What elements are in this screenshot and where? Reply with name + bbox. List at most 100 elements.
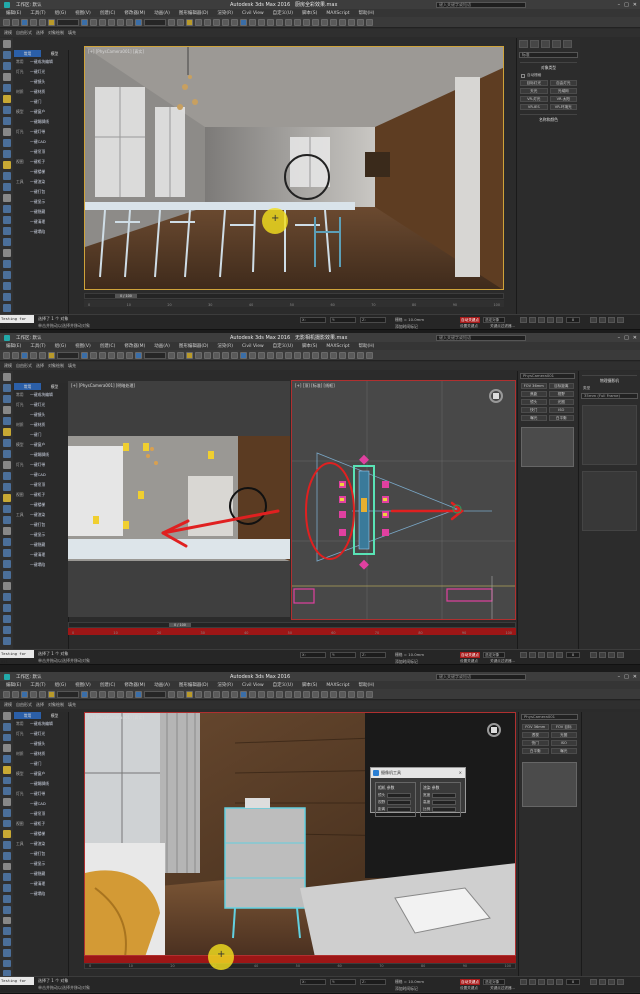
tool-shelf-icon[interactable] [2,538,11,546]
plugin-item-button[interactable]: 一键吊顶 [30,811,68,817]
orbit-icon[interactable] [608,979,615,985]
current-frame-field[interactable]: 0 [566,317,580,323]
plugin-item-button[interactable]: 一键塌陷 [30,229,68,235]
menu-item[interactable]: 脚本(S) [302,10,317,16]
toolbar-tool-icon[interactable] [348,351,355,359]
maxscript-listener[interactable]: Testing for All [0,650,34,664]
toolbar-tool-icon[interactable] [126,18,133,26]
maximize-icon[interactable]: □ [624,2,629,8]
viewcube-icon[interactable] [487,723,501,737]
plugin-item[interactable]: 一键清理 [14,550,68,560]
plugin-item-button[interactable]: 一键隐藏 [30,542,68,548]
tool-shelf-icon[interactable] [2,128,11,136]
tool-shelf-icon[interactable] [2,615,11,623]
toolbar-tool-icon[interactable] [231,690,238,698]
tool-shelf-icon[interactable] [2,73,11,81]
orbit-icon[interactable] [608,652,615,658]
plugin-item-button[interactable]: 一键材质 [30,422,68,428]
plugin-item[interactable]: 一键清理 [14,879,68,889]
tool-shelf-icon[interactable] [2,505,11,513]
plugin-item-button[interactable]: 一键塌陷 [30,891,68,897]
tool-shelf-icon[interactable] [2,948,11,957]
toolbar-tool-icon[interactable] [213,18,220,26]
plugin-item[interactable]: 一键塌陷 [14,227,68,237]
go-start-icon[interactable] [520,979,527,985]
toolbar-tool-icon[interactable] [39,690,46,698]
menu-item[interactable]: 修改器(M) [124,343,145,349]
menu-item[interactable]: 创建(C) [100,10,116,16]
plugin-item-button[interactable]: 一键灯带 [30,462,68,468]
plugin-item[interactable]: 一键门 [14,97,68,107]
menu-item[interactable]: 动画(A) [154,682,170,688]
zoom-icon[interactable] [590,979,597,985]
toolbar-tool-icon[interactable] [249,18,256,26]
tool-shelf-icon[interactable] [2,161,11,169]
plugin-item[interactable]: 模型 一键窗户 [14,107,68,117]
tool-shelf-icon[interactable] [2,461,11,469]
toolbar-tool-icon[interactable] [240,18,247,26]
toolbar-tool-icon[interactable] [357,18,364,26]
menu-item[interactable]: 帮助(H) [358,10,374,16]
plugin-item[interactable]: 一键CAD [14,470,68,480]
toolbar-tool-icon[interactable] [135,351,142,359]
tool-shelf-icon[interactable] [2,830,11,839]
menu-item[interactable]: 编辑(E) [6,10,21,16]
plugin-item-button[interactable]: 一键清理 [30,219,68,225]
x-coordinate-field[interactable]: X: [300,979,326,985]
toolbar-tool-icon[interactable] [195,351,202,359]
add-time-tag-button[interactable]: 添加时间标记 [395,659,418,664]
pan-icon[interactable] [599,652,606,658]
toolbar-tool-icon[interactable] [303,351,310,359]
plugin-item-button[interactable]: 一键镜头 [30,79,68,85]
plugin-item[interactable]: 视图 一键柜子 [14,157,68,167]
panel-button[interactable]: 光域网 [549,88,577,94]
workspace-label[interactable]: 工作区: 默认 [16,335,41,341]
toolbar-tool-icon[interactable] [294,351,301,359]
toolbar-tool-icon[interactable] [48,351,55,359]
auto-key-button[interactable]: 自动关键点 [460,317,480,323]
toolbar-tool-icon[interactable] [213,351,220,359]
toolbar-tool-icon[interactable] [321,690,328,698]
panel-button[interactable]: 快门 [522,740,549,746]
viewport-label[interactable]: [+] [顶] [标准] [线框] [295,383,335,389]
dialog-close-icon[interactable]: × [459,768,462,778]
panel-button[interactable]: FOV 36mm [522,724,549,730]
toolbar-tool-icon[interactable] [48,690,55,698]
panel-button[interactable]: FOV 目标 [550,724,577,730]
toolbar-tool-icon[interactable] [240,690,247,698]
toolbar-tool-icon[interactable] [135,690,142,698]
plugin-item[interactable]: 视图 一键柜子 [14,490,68,500]
plugin-item-button[interactable]: 一键灯光 [30,69,68,75]
toolbar-tool-icon[interactable] [99,351,106,359]
toolbar-tool-icon[interactable] [186,690,193,698]
toolbar-tool-icon[interactable] [231,351,238,359]
tool-shelf-icon[interactable] [2,282,11,290]
toolbar-tool-icon[interactable] [30,18,37,26]
plugin-item[interactable]: 材质 一键材质 [14,87,68,97]
hierarchy-tab-icon[interactable] [541,40,550,48]
ribbon-tab[interactable]: 填充 [68,363,76,369]
plugin-item-button[interactable]: 一键楼梯 [30,502,68,508]
toolbar-tool-icon[interactable] [117,690,124,698]
toolbar-dropdown[interactable] [57,690,79,698]
x-coordinate-field[interactable]: X: [300,317,326,323]
tool-shelf-icon[interactable] [2,593,11,601]
add-time-tag-button[interactable]: 添加时间标记 [395,986,418,992]
plugin-item-button[interactable]: 一键窗户 [30,442,68,448]
plugin-item-button[interactable]: 一键柜子 [30,492,68,498]
tool-shelf-icon[interactable] [2,293,11,301]
plugin-item[interactable]: 一键清理 [14,217,68,227]
toolbar-tool-icon[interactable] [90,18,97,26]
tool-shelf-icon[interactable] [2,733,11,742]
ribbon-tab[interactable]: 建模 [4,30,12,36]
toolbar-tool-icon[interactable] [30,351,37,359]
plugin-item-button[interactable]: 一键打包 [30,522,68,528]
toolbar-tool-icon[interactable] [168,18,175,26]
toolbar-tool-icon[interactable] [177,690,184,698]
toolbar-tool-icon[interactable] [177,351,184,359]
menu-item[interactable]: 渲染(R) [217,343,233,349]
plugin-item[interactable]: 视图 一键柜子 [14,819,68,829]
search-input[interactable]: 键入关键字或短语 [436,334,526,341]
plugin-item[interactable]: 一键打包 [14,520,68,530]
tool-shelf-icon[interactable] [2,271,11,279]
